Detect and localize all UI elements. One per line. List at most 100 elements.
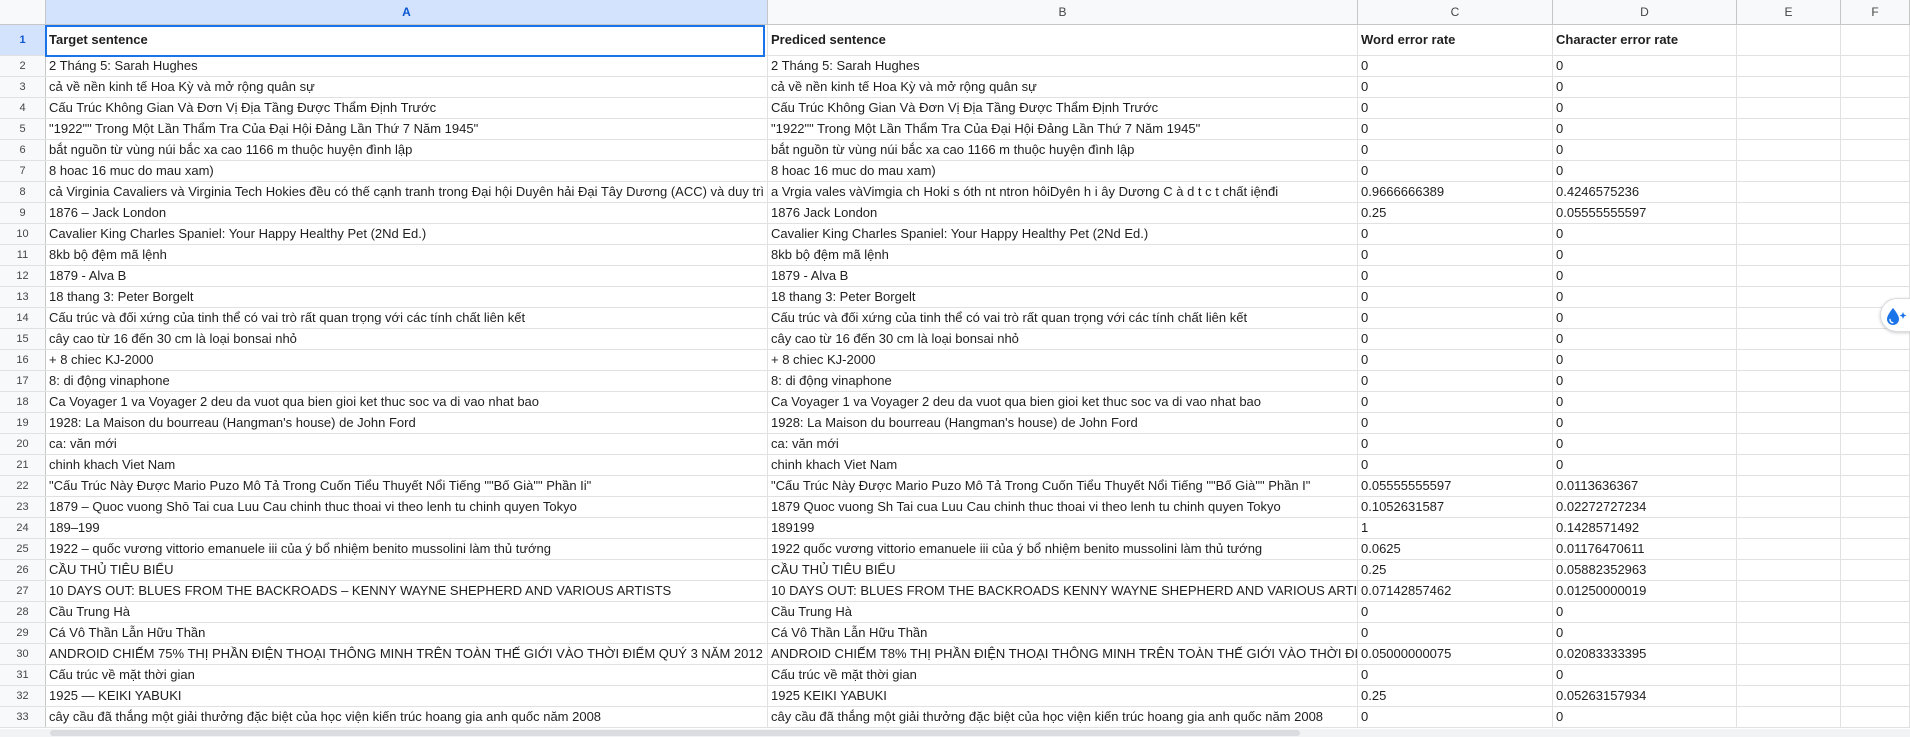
cell-a28[interactable]: Cầu Trung Hà	[46, 602, 768, 622]
cell-e6[interactable]	[1737, 140, 1841, 160]
cell-d3[interactable]: 0	[1553, 77, 1737, 97]
row-number[interactable]: 33	[0, 707, 46, 727]
cell-e9[interactable]	[1737, 203, 1841, 223]
cell-f10[interactable]	[1841, 224, 1910, 244]
cell-e17[interactable]	[1737, 371, 1841, 391]
cell-e19[interactable]	[1737, 413, 1841, 433]
row-number[interactable]: 16	[0, 350, 46, 370]
cell-f2[interactable]	[1841, 56, 1910, 76]
cell-e8[interactable]	[1737, 182, 1841, 202]
cell-c6[interactable]: 0	[1358, 140, 1553, 160]
cell-d4[interactable]: 0	[1553, 98, 1737, 118]
cell-a10[interactable]: Cavalier King Charles Spaniel: Your Happ…	[46, 224, 768, 244]
cell-d22[interactable]: 0.0113636367	[1553, 476, 1737, 496]
row-number[interactable]: 30	[0, 644, 46, 664]
cell-a2[interactable]: 2 Tháng 5: Sarah Hughes	[46, 56, 768, 76]
row-number[interactable]: 17	[0, 371, 46, 391]
cell-f31[interactable]	[1841, 665, 1910, 685]
cell-b26[interactable]: CẦU THỦ TIÊU BIỂU	[768, 560, 1358, 580]
cell-c18[interactable]: 0	[1358, 392, 1553, 412]
cell-d5[interactable]: 0	[1553, 119, 1737, 139]
side-panel-button[interactable]	[1880, 298, 1910, 332]
cell-d7[interactable]: 0	[1553, 161, 1737, 181]
cell-a13[interactable]: 18 thang 3: Peter Borgelt	[46, 287, 768, 307]
cell-f27[interactable]	[1841, 581, 1910, 601]
cell-d23[interactable]: 0.02272727234	[1553, 497, 1737, 517]
cell-b20[interactable]: ca: văn mới	[768, 434, 1358, 454]
cell-c12[interactable]: 0	[1358, 266, 1553, 286]
cell-e24[interactable]	[1737, 518, 1841, 538]
column-header-f[interactable]: F	[1841, 0, 1910, 24]
cell-b18[interactable]: Ca Voyager 1 va Voyager 2 deu da vuot qu…	[768, 392, 1358, 412]
cell-e21[interactable]	[1737, 455, 1841, 475]
cell-c14[interactable]: 0	[1358, 308, 1553, 328]
cell-c3[interactable]: 0	[1358, 77, 1553, 97]
cell-e10[interactable]	[1737, 224, 1841, 244]
cell-f11[interactable]	[1841, 245, 1910, 265]
row-number[interactable]: 11	[0, 245, 46, 265]
cell-c30[interactable]: 0.05000000075	[1358, 644, 1553, 664]
cell-a31[interactable]: Cấu trúc về mặt thời gian	[46, 665, 768, 685]
cell-b32[interactable]: 1925 KEIKI YABUKI	[768, 686, 1358, 706]
row-number[interactable]: 27	[0, 581, 46, 601]
cell-a33[interactable]: cây cầu đã thắng một giải thưởng đặc biệ…	[46, 707, 768, 727]
row-number[interactable]: 14	[0, 308, 46, 328]
cell-b31[interactable]: Cấu trúc về mặt thời gian	[768, 665, 1358, 685]
cell-f18[interactable]	[1841, 392, 1910, 412]
row-number[interactable]: 20	[0, 434, 46, 454]
cell-a11[interactable]: 8kb bộ đệm mã lệnh	[46, 245, 768, 265]
cell-e2[interactable]	[1737, 56, 1841, 76]
cell-e27[interactable]	[1737, 581, 1841, 601]
cell-f6[interactable]	[1841, 140, 1910, 160]
cell-f4[interactable]	[1841, 98, 1910, 118]
cell-c7[interactable]: 0	[1358, 161, 1553, 181]
cell-b24[interactable]: 189199	[768, 518, 1358, 538]
cell-d17[interactable]: 0	[1553, 371, 1737, 391]
row-number[interactable]: 22	[0, 476, 46, 496]
row-number[interactable]: 23	[0, 497, 46, 517]
cell-c1[interactable]: Word error rate	[1358, 25, 1553, 55]
cell-d2[interactable]: 0	[1553, 56, 1737, 76]
cell-d32[interactable]: 0.05263157934	[1553, 686, 1737, 706]
cell-d11[interactable]: 0	[1553, 245, 1737, 265]
row-number[interactable]: 28	[0, 602, 46, 622]
cell-e16[interactable]	[1737, 350, 1841, 370]
cell-b33[interactable]: cây cầu đã thắng một giải thưởng đặc biệ…	[768, 707, 1358, 727]
row-number[interactable]: 26	[0, 560, 46, 580]
cell-c2[interactable]: 0	[1358, 56, 1553, 76]
row-number[interactable]: 31	[0, 665, 46, 685]
cell-d6[interactable]: 0	[1553, 140, 1737, 160]
cell-a9[interactable]: 1876 – Jack London	[46, 203, 768, 223]
cell-a30[interactable]: ANDROID CHIẾM 75% THỊ PHẦN ĐIỆN THOẠI TH…	[46, 644, 768, 664]
cell-a1[interactable]: Target sentence	[46, 25, 768, 55]
cell-f29[interactable]	[1841, 623, 1910, 643]
cell-e22[interactable]	[1737, 476, 1841, 496]
column-header-b[interactable]: B	[768, 0, 1358, 24]
cell-d21[interactable]: 0	[1553, 455, 1737, 475]
cell-f24[interactable]	[1841, 518, 1910, 538]
cell-c29[interactable]: 0	[1358, 623, 1553, 643]
cell-b9[interactable]: 1876 Jack London	[768, 203, 1358, 223]
row-number[interactable]: 9	[0, 203, 46, 223]
cell-a6[interactable]: bắt nguồn từ vùng núi bắc xa cao 1166 m …	[46, 140, 768, 160]
row-number[interactable]: 8	[0, 182, 46, 202]
cell-c20[interactable]: 0	[1358, 434, 1553, 454]
cell-c26[interactable]: 0.25	[1358, 560, 1553, 580]
row-number[interactable]: 1	[0, 25, 46, 55]
cell-e23[interactable]	[1737, 497, 1841, 517]
cell-c31[interactable]: 0	[1358, 665, 1553, 685]
cell-b22[interactable]: "Cấu Trúc Này Được Mario Puzo Mô Tả Tron…	[768, 476, 1358, 496]
cell-f20[interactable]	[1841, 434, 1910, 454]
cell-a27[interactable]: 10 DAYS OUT: BLUES FROM THE BACKROADS – …	[46, 581, 768, 601]
cell-d24[interactable]: 0.1428571492	[1553, 518, 1737, 538]
cell-a32[interactable]: 1925 — KEIKI YABUKI	[46, 686, 768, 706]
cell-b27[interactable]: 10 DAYS OUT: BLUES FROM THE BACKROADS KE…	[768, 581, 1358, 601]
cell-a16[interactable]: + 8 chiec KJ-2000	[46, 350, 768, 370]
cell-b19[interactable]: 1928: La Maison du bourreau (Hangman's h…	[768, 413, 1358, 433]
row-number[interactable]: 5	[0, 119, 46, 139]
column-header-a[interactable]: A	[46, 0, 768, 24]
cell-a17[interactable]: 8: di động vinaphone	[46, 371, 768, 391]
cell-d19[interactable]: 0	[1553, 413, 1737, 433]
cell-b21[interactable]: chinh khach Viet Nam	[768, 455, 1358, 475]
cell-c24[interactable]: 1	[1358, 518, 1553, 538]
